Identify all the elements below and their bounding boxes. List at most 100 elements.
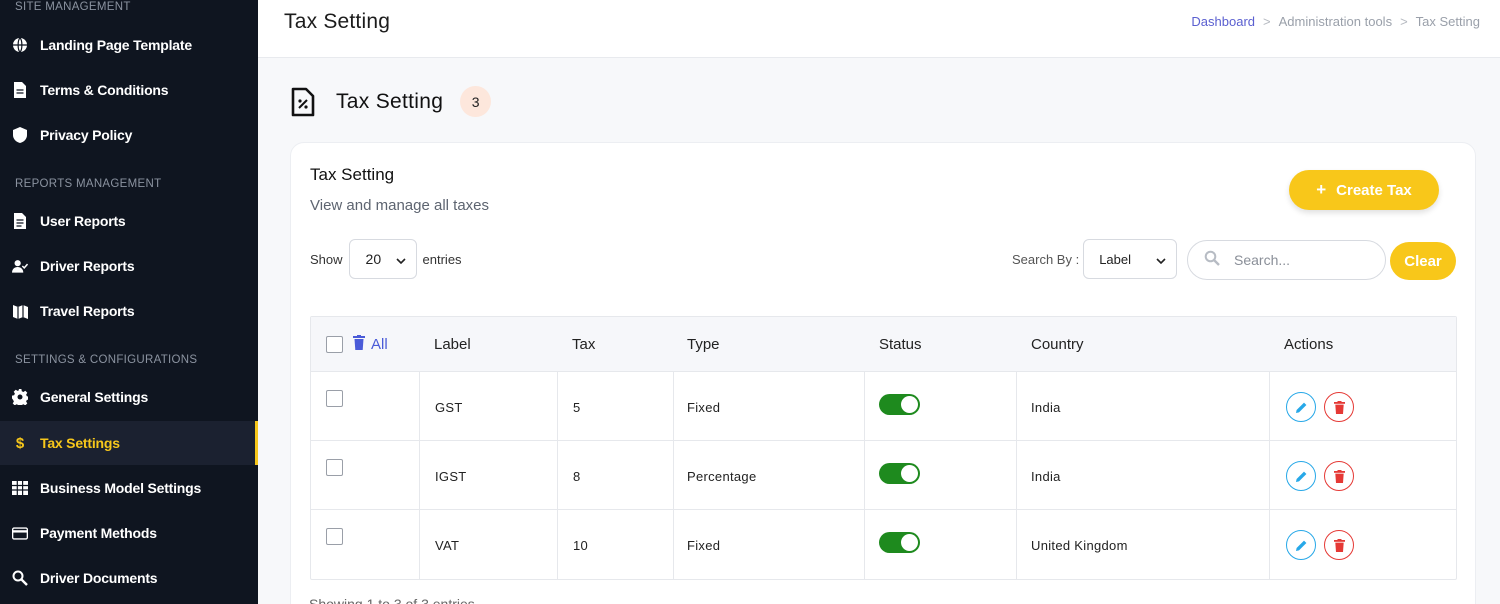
sidebar-item-label: Landing Page Template (40, 37, 192, 53)
card-title: Tax Setting (310, 165, 395, 184)
edit-button[interactable] (1286, 392, 1316, 422)
search-doc-icon (12, 570, 28, 586)
chevron-down-icon (1156, 252, 1166, 267)
sidebar-item-label: Privacy Policy (40, 127, 133, 143)
sidebar: SITE MANAGEMENT Landing Page Template Te… (0, 0, 258, 604)
card-icon (12, 525, 28, 541)
sidebar-item-business-model-settings[interactable]: Business Model Settings (0, 466, 258, 510)
sidebar-item-user-reports[interactable]: User Reports (0, 199, 258, 243)
trash-icon[interactable] (353, 335, 365, 355)
cell-label: GST (435, 400, 463, 415)
column-header-actions: Actions (1284, 336, 1334, 353)
cell-type: Fixed (687, 400, 721, 415)
status-toggle[interactable] (879, 532, 920, 553)
chevron-right-icon: > (1400, 14, 1408, 29)
create-tax-label: Create Tax (1336, 181, 1412, 199)
cell-tax: 10 (573, 538, 589, 553)
delete-button[interactable] (1324, 530, 1354, 560)
column-header-country: Country (1031, 336, 1084, 353)
breadcrumb-administration-tools[interactable]: Administration tools (1279, 14, 1392, 29)
breadcrumb-current: Tax Setting (1415, 14, 1480, 29)
clear-button[interactable]: Clear (1390, 242, 1456, 280)
sidebar-item-label: Business Model Settings (40, 480, 202, 496)
table-row: IGST 8 Percentage India (311, 441, 1456, 510)
sidebar-item-driver-reports[interactable]: Driver Reports (0, 244, 258, 288)
sidebar-item-terms-conditions[interactable]: Terms & Conditions (0, 68, 258, 112)
cell-type: Percentage (687, 469, 757, 484)
table-row: VAT 10 Fixed United Kingdom (311, 510, 1456, 579)
row-checkbox[interactable] (326, 528, 343, 545)
breadcrumb-dashboard-link[interactable]: Dashboard (1191, 14, 1255, 29)
plus-icon: + (1316, 180, 1327, 199)
search-placeholder: Search... (1234, 252, 1291, 268)
cell-label: IGST (435, 469, 467, 484)
sidebar-item-privacy-policy[interactable]: Privacy Policy (0, 113, 258, 157)
chevron-down-icon (395, 251, 406, 267)
cell-label: VAT (435, 538, 460, 553)
entries-select[interactable]: 20 (348, 239, 417, 279)
sidebar-item-general-settings[interactable]: General Settings (0, 375, 258, 419)
page-title: Tax Setting (284, 10, 391, 33)
sidebar-item-payment-methods[interactable]: Payment Methods (0, 511, 258, 555)
sidebar-item-tax-settings[interactable]: $ Tax Settings (0, 421, 258, 465)
status-toggle[interactable] (879, 463, 920, 484)
column-header-status: Status (879, 336, 922, 353)
column-header-type: Type (687, 336, 720, 353)
section-title: Tax Setting (336, 89, 444, 113)
row-checkbox[interactable] (326, 390, 343, 407)
tax-document-icon (290, 87, 316, 117)
edit-button[interactable] (1286, 530, 1316, 560)
cell-country: United Kingdom (1031, 538, 1128, 553)
entries-select-value: 20 (365, 251, 382, 267)
pencil-icon (1295, 402, 1306, 413)
table-header: All Label Tax Type Status Country Action… (311, 317, 1456, 372)
report-icon (12, 213, 28, 229)
search-by-select-value: Label (1099, 251, 1132, 267)
cell-tax: 8 (573, 469, 581, 484)
top-header: Tax Setting Dashboard > Administration t… (258, 0, 1500, 58)
tax-card: Tax Setting View and manage all taxes + … (290, 142, 1476, 604)
table-row: GST 5 Fixed India (311, 372, 1456, 441)
status-toggle[interactable] (879, 394, 920, 415)
delete-button[interactable] (1324, 461, 1354, 491)
map-icon (12, 303, 28, 319)
sidebar-item-driver-documents[interactable]: Driver Documents (0, 556, 258, 600)
column-header-all[interactable]: All (371, 336, 388, 353)
entries-control: Show 20 entries (310, 239, 462, 279)
cell-type: Fixed (687, 538, 721, 553)
sidebar-item-landing-page-template[interactable]: Landing Page Template (0, 23, 258, 67)
search-input[interactable]: Search... (1187, 240, 1386, 280)
table-footer-info: Showing 1 to 3 of 3 entries (309, 596, 475, 604)
tax-table: All Label Tax Type Status Country Action… (310, 316, 1457, 580)
building-icon (12, 480, 28, 496)
globe-icon (12, 37, 28, 53)
sidebar-item-label: Driver Reports (40, 258, 135, 274)
select-all-checkbox[interactable] (326, 336, 343, 353)
sidebar-item-label: Payment Methods (40, 525, 157, 541)
trash-icon (1333, 400, 1345, 414)
sidebar-section-reports-management: REPORTS MANAGEMENT (15, 178, 162, 190)
cell-country: India (1031, 469, 1061, 484)
chevron-right-icon: > (1263, 14, 1271, 29)
search-by-select[interactable]: Label (1083, 239, 1178, 279)
cell-tax: 5 (573, 400, 581, 415)
create-tax-button[interactable]: + Create Tax (1289, 170, 1439, 210)
row-checkbox[interactable] (326, 459, 343, 476)
sidebar-item-label: Tax Settings (40, 435, 120, 451)
entries-label: entries (422, 251, 462, 267)
sidebar-item-label: Travel Reports (40, 303, 135, 319)
sidebar-section-settings-configurations: SETTINGS & CONFIGURATIONS (15, 354, 198, 366)
delete-button[interactable] (1324, 392, 1354, 422)
sidebar-item-travel-reports[interactable]: Travel Reports (0, 289, 258, 333)
breadcrumb: Dashboard > Administration tools > Tax S… (1191, 14, 1480, 29)
trash-icon (1333, 469, 1345, 483)
count-badge: 3 (460, 86, 492, 117)
search-by-control: Search By : Label (1012, 239, 1178, 279)
card-subtitle: View and manage all taxes (310, 197, 490, 214)
edit-button[interactable] (1286, 461, 1316, 491)
pencil-icon (1295, 540, 1306, 551)
show-label: Show (310, 251, 343, 267)
sidebar-item-label: User Reports (40, 213, 126, 229)
gear-icon (12, 389, 28, 405)
document-icon (12, 82, 28, 98)
